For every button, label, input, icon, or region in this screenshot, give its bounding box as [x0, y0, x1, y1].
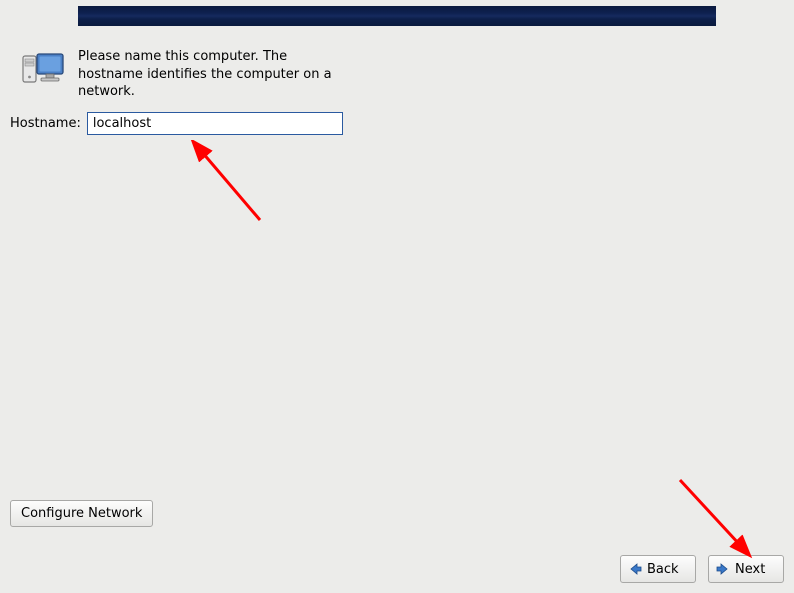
info-row: Please name this computer. The hostname …	[19, 48, 338, 101]
computer-network-icon	[19, 48, 67, 96]
next-button-label: Next	[735, 562, 765, 577]
next-button[interactable]: Next	[708, 555, 784, 583]
arrow-left-icon	[627, 561, 643, 577]
annotation-arrow-icon	[670, 470, 760, 560]
back-button-label: Back	[647, 562, 679, 577]
hostname-label: Hostname:	[10, 116, 81, 131]
hostname-row: Hostname:	[10, 112, 343, 135]
arrow-right-icon	[715, 561, 731, 577]
back-button[interactable]: Back	[620, 555, 696, 583]
header-banner	[78, 6, 716, 26]
annotation-arrow-icon	[190, 140, 270, 230]
hostname-input[interactable]	[87, 112, 343, 135]
configure-network-button[interactable]: Configure Network	[10, 500, 153, 527]
info-text: Please name this computer. The hostname …	[78, 48, 338, 101]
nav-buttons: Back Next	[620, 555, 784, 583]
